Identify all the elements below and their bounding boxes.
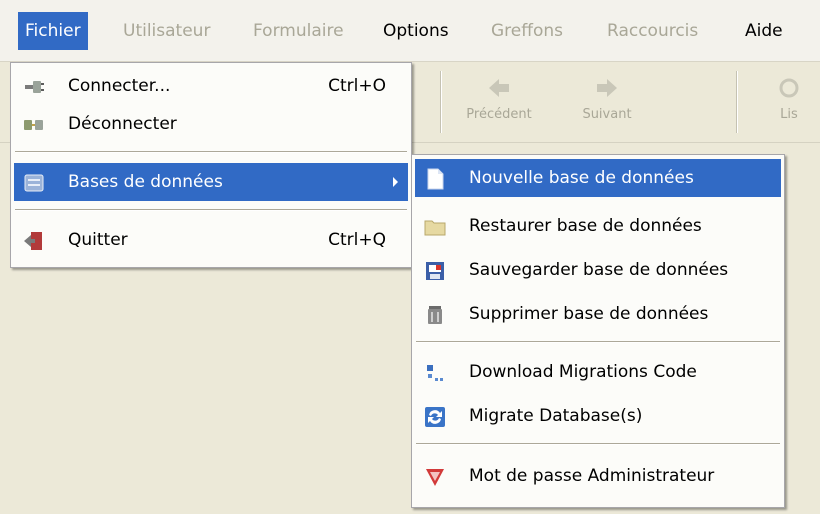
menu-item-label: Déconnecter: [68, 114, 177, 134]
menu-item-label: Nouvelle base de données: [469, 168, 694, 188]
menu-item-download-migrations[interactable]: Download Migrations Code: [415, 353, 781, 391]
fichier-dropdown-menu: Connecter... Ctrl+O Déconnecter Bases de…: [10, 62, 412, 268]
menu-greffons[interactable]: Greffons: [484, 12, 570, 50]
menu-utilisateur[interactable]: Utilisateur: [116, 12, 217, 50]
menu-item-label: Bases de données: [68, 172, 223, 192]
toolbar-button-list[interactable]: Lis: [758, 67, 820, 139]
menu-item-label: Download Migrations Code: [469, 362, 697, 382]
menu-item-label: Mot de passe Administrateur: [469, 466, 715, 486]
menu-item-label: Quitter: [68, 230, 128, 250]
menu-item-label: Supprimer base de données: [469, 304, 709, 324]
menu-item-shortcut: Ctrl+O: [328, 76, 386, 96]
menu-item-supprimer-base[interactable]: Supprimer base de données: [415, 295, 781, 333]
toolbar-button-label: Précédent: [466, 107, 532, 122]
menu-item-quitter[interactable]: Quitter Ctrl+Q: [14, 221, 408, 259]
menu-item-label: Connecter...: [68, 76, 171, 96]
arrow-left-icon: [489, 79, 509, 97]
toolbar-separator: [440, 71, 442, 133]
menu-item-label: Restaurer base de données: [469, 216, 702, 236]
download-icon: [427, 365, 443, 381]
menu-item-bases-de-donnees[interactable]: Bases de données: [14, 163, 408, 201]
menu-item-shortcut: Ctrl+Q: [328, 230, 386, 250]
menu-item-migrate-database[interactable]: Migrate Database(s): [415, 397, 781, 435]
migrate-sync-icon: [425, 407, 445, 427]
toolbar-button-precedent[interactable]: Précédent: [454, 67, 544, 139]
exit-door-icon: [24, 232, 42, 250]
bases-de-donnees-submenu: Nouvelle base de données Restaurer base …: [411, 154, 785, 508]
menu-item-nouvelle-base[interactable]: Nouvelle base de données: [415, 159, 781, 197]
submenu-arrow-icon: [393, 177, 398, 187]
menu-separator: [416, 341, 780, 343]
menu-item-label: Sauvegarder base de données: [469, 260, 729, 280]
trash-can-icon: [428, 306, 442, 324]
menu-formulaire[interactable]: Formulaire: [246, 12, 351, 50]
menu-item-mot-de-passe-admin[interactable]: Mot de passe Administrateur: [415, 457, 781, 495]
menu-aide[interactable]: Aide: [738, 12, 790, 50]
arrow-right-icon: [597, 79, 617, 97]
menu-item-label: Migrate Database(s): [469, 406, 643, 426]
menu-separator: [416, 443, 780, 445]
disconnect-plug-icon: [24, 120, 43, 130]
toolbar-button-label: Suivant: [582, 107, 632, 122]
menu-fichier[interactable]: Fichier: [18, 12, 88, 50]
database-icon: [24, 174, 44, 192]
save-calendar-icon: [426, 262, 444, 280]
menu-options[interactable]: Options: [376, 12, 456, 50]
folder-icon: [424, 220, 446, 236]
menu-bar: Fichier Utilisateur Formulaire Options G…: [0, 0, 820, 62]
shield-key-icon: [426, 469, 444, 486]
toolbar-button-suivant[interactable]: Suivant: [562, 67, 652, 139]
menu-separator: [15, 209, 407, 211]
new-document-icon: [427, 168, 444, 190]
menu-item-connecter[interactable]: Connecter... Ctrl+O: [14, 67, 408, 105]
menu-raccourcis[interactable]: Raccourcis: [600, 12, 705, 50]
toolbar-button-label: Lis: [780, 107, 798, 122]
connect-plug-icon: [25, 81, 44, 93]
menu-item-deconnecter[interactable]: Déconnecter: [14, 105, 408, 143]
refresh-icon: [779, 78, 799, 98]
menu-item-restaurer-base[interactable]: Restaurer base de données: [415, 207, 781, 245]
menu-item-sauvegarder-base[interactable]: Sauvegarder base de données: [415, 251, 781, 289]
toolbar-separator: [736, 71, 738, 133]
menu-separator: [15, 151, 407, 153]
